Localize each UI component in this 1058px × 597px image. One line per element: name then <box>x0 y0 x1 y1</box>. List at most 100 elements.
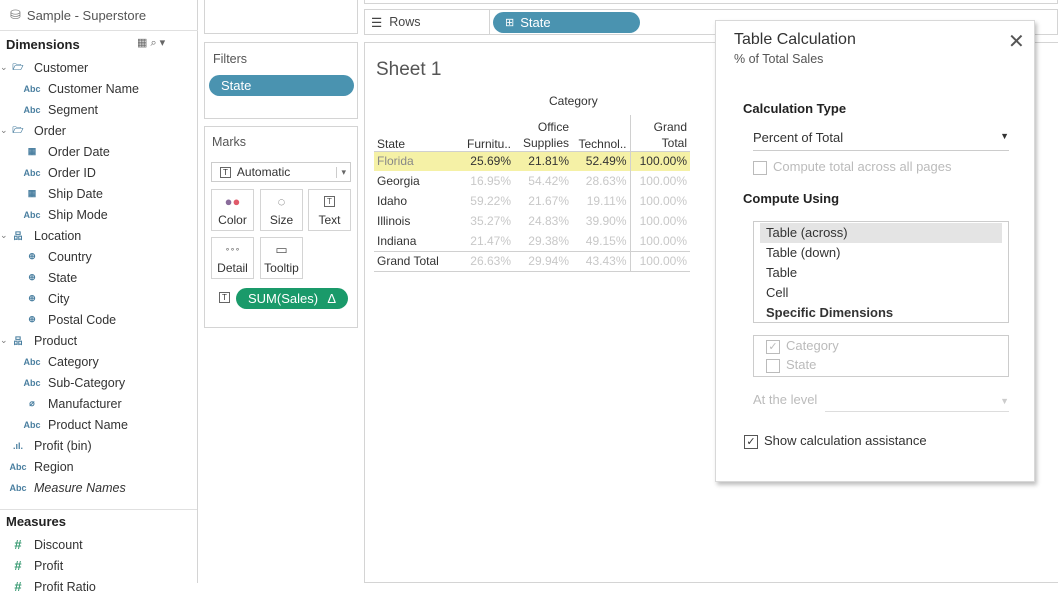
cell-value: 21.81% <box>514 151 572 171</box>
dimension-field[interactable]: ▦ Ship Date <box>22 183 103 204</box>
dimension-field[interactable]: Abc Ship Mode <box>22 204 107 225</box>
compute-all-pages-checkbox[interactable]: Compute total across all pages <box>753 159 951 175</box>
dimension-field[interactable]: Abc Customer Name <box>22 78 139 99</box>
close-icon[interactable]: ✕ <box>1008 29 1025 54</box>
dimension-field[interactable]: ⊕ State <box>22 267 77 288</box>
dimension-field[interactable]: ⌄ 🗁 Customer <box>0 57 88 78</box>
abc-icon: Abc <box>9 461 27 472</box>
dimension-field[interactable]: Abc Order ID <box>22 162 95 183</box>
header-office-supplies[interactable]: Office Supplies <box>514 115 572 151</box>
cell-value: 43.43% <box>585 254 627 268</box>
dimension-field[interactable]: ⊕ Country <box>22 246 92 267</box>
dimension-field[interactable]: Abc Measure Names <box>8 477 125 498</box>
cell-value: 29.38% <box>528 233 569 248</box>
cell-value: 39.90% <box>585 214 627 228</box>
table-row[interactable]: Idaho 59.22% 21.67% 19.11% 100.00% <box>374 191 690 211</box>
calc-type-label: Calculation Type <box>743 101 847 116</box>
cell-value: 21.47% <box>470 233 511 248</box>
compute-using-list[interactable]: Table (across) Table (down) Table Cell Speci… <box>753 221 1009 323</box>
cell-value: 19.11% <box>586 194 627 208</box>
grand-total-row[interactable]: Grand Total 26.63% 29.94% 43.43% 100.00% <box>374 251 690 271</box>
detail-button[interactable]: ∘∘∘ Detail <box>211 237 254 279</box>
compute-using-label: Compute Using <box>743 191 840 206</box>
table-row[interactable]: Florida 25.69% 21.81% 52.49% 100.00% <box>374 151 690 171</box>
dim-category-checkbox[interactable]: ✓ Category <box>766 338 996 357</box>
size-button[interactable]: ◌ Size <box>260 189 303 231</box>
abc-icon: Abc <box>23 209 41 220</box>
cell-value: 29.94% <box>528 254 569 268</box>
dimension-field[interactable]: ⌄ 品 Location <box>0 225 81 246</box>
abc-icon: Abc <box>23 104 41 115</box>
dimension-field[interactable]: Abc Segment <box>22 99 98 120</box>
folder-icon: 🗁 <box>12 124 24 135</box>
table-calculation-dialog: Table Calculation % of Total Sales ✕ Cal… <box>715 20 1035 482</box>
check-icon: ✓ <box>766 339 780 354</box>
cell-value: 35.27% <box>470 214 511 228</box>
abc-icon: Abc <box>9 482 27 493</box>
compute-option[interactable]: Cell <box>760 283 1002 303</box>
filters-card: Filters State <box>204 42 358 119</box>
header-grand-total[interactable]: Grand Total <box>629 115 690 151</box>
view-icons[interactable]: ▦ ⌕ ▾ <box>137 36 165 50</box>
sheet-title[interactable]: Sheet 1 <box>376 59 442 81</box>
abc-icon: Abc <box>23 83 41 94</box>
dimension-field[interactable]: ▦ Order Date <box>22 141 110 162</box>
header-furniture[interactable]: Furnitu.. <box>454 115 514 151</box>
show-assistance-checkbox[interactable]: ✓ Show calculation assistance <box>744 433 927 449</box>
dimension-field[interactable]: Abc Region <box>8 456 73 477</box>
text-button[interactable]: T Text <box>308 189 351 231</box>
compute-option[interactable]: Table <box>760 263 1002 283</box>
header-technology[interactable]: Technol.. <box>572 115 630 151</box>
dimension-field[interactable]: ⌄ 品 Product <box>0 330 77 351</box>
cell-value: 100.00% <box>629 211 690 231</box>
row-state: Grand Total <box>377 254 439 268</box>
pages-card <box>204 0 358 34</box>
measure-field[interactable]: # Profit <box>8 555 63 576</box>
dimension-field[interactable]: Abc Category <box>22 351 98 372</box>
chevron-down-icon: ▼ <box>1000 131 1009 141</box>
dim-state-checkbox[interactable]: State <box>766 357 996 376</box>
calendar-icon: ▦ <box>27 146 37 156</box>
sum-sales-pill[interactable]: SUM(Sales) Δ <box>236 288 348 309</box>
dimension-field[interactable]: Abc Sub-Category <box>22 372 125 393</box>
compute-option[interactable]: Table (across) <box>760 223 1002 243</box>
table-row[interactable]: Indiana 21.47% 29.38% 49.15% 100.00% <box>374 231 690 251</box>
globe-icon: ⊕ <box>28 293 36 303</box>
filter-pill-state[interactable]: State <box>209 75 354 96</box>
table-row[interactable]: Georgia 16.95% 54.42% 28.63% 100.00% <box>374 171 690 191</box>
abc-icon: Abc <box>23 377 41 388</box>
calc-type-select[interactable]: Percent of Total ▼ <box>753 127 1009 151</box>
dimension-field[interactable]: ⊕ City <box>22 288 69 309</box>
measure-field[interactable]: # Profit Ratio <box>8 576 95 597</box>
rows-icon: ☰ <box>371 15 383 30</box>
at-level-select[interactable]: ▼ <box>825 391 1009 412</box>
table-row[interactable]: Illinois 35.27% 24.83% 39.90% 100.00% <box>374 211 690 231</box>
marks-title: Marks <box>212 135 247 149</box>
compute-option[interactable]: Table (down) <box>760 243 1002 263</box>
measure-field[interactable]: # Discount <box>8 534 82 555</box>
abc-icon: Abc <box>23 167 41 178</box>
checkbox-icon <box>766 358 780 373</box>
cell-value: 28.63% <box>585 174 627 188</box>
globe-icon: ⊕ <box>28 314 36 324</box>
crosstab: State Furnitu.. Office Supplies Technol.… <box>374 115 690 272</box>
abc-icon: Abc <box>23 356 41 367</box>
abc-icon: Abc <box>23 419 41 430</box>
datasource[interactable]: ⛁ Sample - Superstore <box>0 0 198 31</box>
dimension-field[interactable]: .ıl. Profit (bin) <box>8 435 92 456</box>
dimension-field[interactable]: ⊕ Postal Code <box>22 309 116 330</box>
row-state: Idaho <box>377 194 408 208</box>
cell-value: 100.00% <box>629 151 690 171</box>
color-button[interactable]: ● ● Color <box>211 189 254 231</box>
tooltip-button[interactable]: ▭ Tooltip <box>260 237 303 279</box>
header-state[interactable]: State <box>374 115 454 151</box>
dimension-field[interactable]: Abc Product Name <box>22 414 127 435</box>
dimension-field[interactable]: ⌄ 🗁 Order <box>0 120 66 141</box>
compute-option[interactable]: Specific Dimensions <box>760 303 1002 323</box>
cell-value: 59.22% <box>470 194 511 208</box>
cell-value: 49.15% <box>585 233 627 248</box>
color-icon: ● ● <box>224 194 241 209</box>
rows-pill-state[interactable]: ⊞ State <box>493 12 640 33</box>
dimension-field[interactable]: ⌀ Manufacturer <box>22 393 121 414</box>
mark-type-select[interactable]: T Automatic ▾ <box>211 162 351 182</box>
